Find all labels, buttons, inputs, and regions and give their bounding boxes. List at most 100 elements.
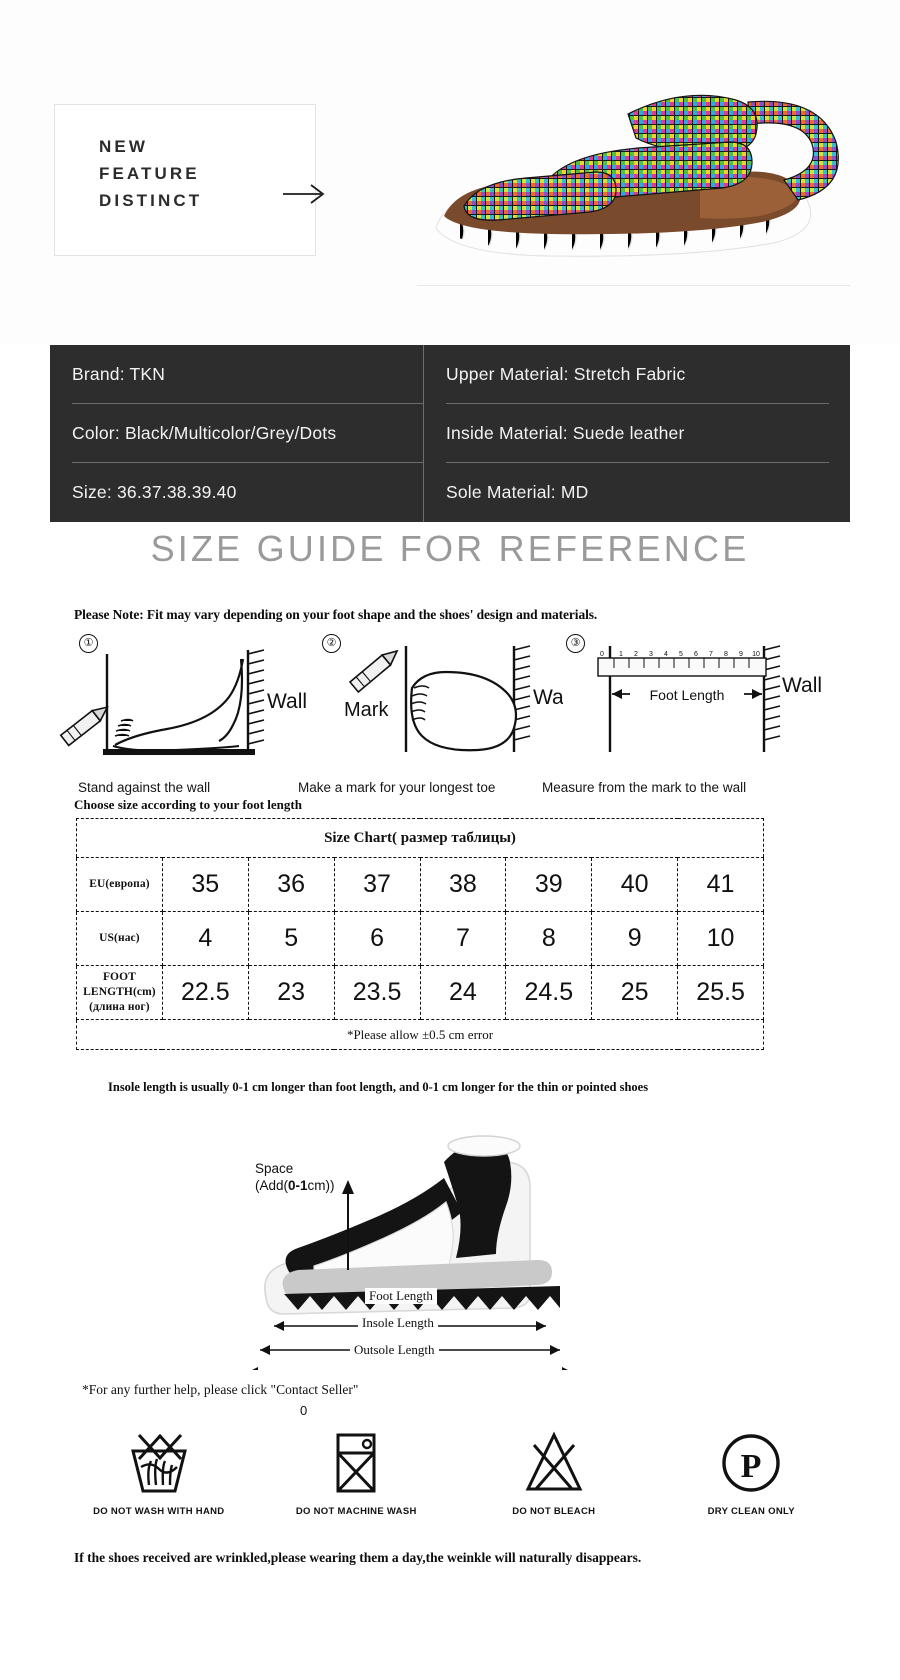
us-size-cell: 4 — [161, 911, 249, 966]
size-chart-footnote: *Please allow ±0.5 cm error — [76, 1019, 764, 1050]
size-guide-title: SIZE GUIDE FOR REFERENCE — [150, 528, 750, 569]
us-size-cell: 7 — [419, 911, 507, 966]
svg-text:1: 1 — [619, 651, 623, 658]
svg-text:4: 4 — [664, 651, 668, 658]
step-3-illustration: 0 1 2 3 4 5 6 7 8 9 10 Foot Length Wall — [597, 645, 822, 752]
row-header-eu: EU(европа) — [76, 857, 163, 912]
measure-step-3: ③ 0 1 2 3 4 5 6 7 8 9 10 Foot Length Wall — [542, 632, 822, 777]
step-2-illustration: Mark Wall — [344, 645, 573, 752]
eu-size-cell: 38 — [419, 857, 507, 912]
svg-text:10: 10 — [752, 651, 760, 658]
measure-step-2: ② Mark Wall — [298, 632, 573, 777]
product-spec-table: Brand: TKN Color: Black/Multicolor/Grey/… — [50, 345, 850, 522]
product-image — [435, 94, 839, 257]
spec-column-left: Brand: TKN Color: Black/Multicolor/Grey/… — [50, 345, 423, 522]
eu-size-cell: 40 — [591, 857, 679, 912]
svg-text:3: 3 — [649, 651, 653, 658]
size-chart-footnote-row: *Please allow ±0.5 cm error — [76, 1019, 764, 1050]
us-size-cell: 9 — [591, 911, 679, 966]
svg-text:6: 6 — [694, 651, 698, 658]
hero-line-1: NEW — [99, 137, 148, 156]
foot-length-cell: 25 — [591, 965, 679, 1020]
care-item: DO NOT WASH WITH HAND — [69, 1425, 249, 1517]
space-label-suffix: cm)) — [307, 1178, 335, 1193]
spec-row-upper-material: Upper Material: Stretch Fabric — [446, 345, 829, 404]
eu-size-cell: 36 — [247, 857, 335, 912]
foot-length-cell: 24 — [419, 965, 507, 1020]
us-size-cell: 6 — [333, 911, 421, 966]
spec-column-right: Upper Material: Stretch Fabric Inside Ma… — [423, 345, 850, 522]
eu-size-cell: 41 — [677, 857, 764, 912]
care-instructions: DO NOT WASH WITH HAND DO NOT MACHINE WAS… — [60, 1425, 850, 1545]
hero-section: NEW FEATURE DISTINCT — [0, 0, 900, 345]
svg-text:8: 8 — [724, 651, 728, 658]
measurement-steps: ① Wall ② Mark Wa ③ 0 1 2 3 4 5 6 7 8 9 1… — [55, 632, 850, 777]
foot-length-diagram: Space (Add(0-1cm)) Foot Length Insole Le… — [230, 1110, 670, 1377]
care-item: P DRY CLEAN ONLY — [661, 1425, 841, 1517]
dim-label-foot-length: Foot Length — [365, 1288, 437, 1304]
care-label: DO NOT BLEACH — [512, 1506, 596, 1517]
step-3-wall-label: Wall — [782, 674, 822, 697]
spec-row-color: Color: Black/Multicolor/Grey/Dots — [72, 404, 423, 463]
do-not-machine-wash-icon — [336, 1433, 376, 1493]
dim-label-outsole-length: Outsole Length — [350, 1342, 439, 1358]
insole-length-note: Insole length is usually 0-1 cm longer t… — [108, 1080, 649, 1094]
svg-text:7: 7 — [709, 651, 713, 658]
foot-length-cell: 25.5 — [677, 965, 764, 1020]
foot-length-cell: 23.5 — [333, 965, 421, 1020]
dim-label-insole-length: Insole Length — [358, 1315, 438, 1331]
table-row: EU(европа) 35 36 37 38 39 40 41 — [76, 857, 764, 912]
step-2-mark-label: Mark — [344, 699, 389, 721]
do-not-bleach-icon — [525, 1431, 583, 1491]
care-label: DRY CLEAN ONLY — [707, 1506, 795, 1517]
size-chart-table: Size Chart( размер таблицы) EU(европа) 3… — [76, 818, 764, 1050]
zero-mark: 0 — [300, 1403, 308, 1418]
space-label-line2: (Add(0-1cm)) — [255, 1177, 335, 1194]
table-row: FOOT LENGTH(cm) (длина ног) 22.5 23 23.5… — [76, 965, 764, 1020]
step-1-number: ① — [79, 634, 98, 653]
do-not-hand-wash-icon — [130, 1433, 187, 1493]
care-label: DO NOT WASH WITH HAND — [93, 1506, 225, 1517]
size-chart-title-row: Size Chart( размер таблицы) — [76, 818, 764, 858]
foot-diagram-illustration — [248, 1135, 572, 1377]
care-item: DO NOT MACHINE WASH — [266, 1425, 446, 1517]
step-1-caption: Stand against the wall — [78, 780, 211, 795]
spec-row-size: Size: 36.37.38.39.40 — [72, 482, 237, 502]
wrinkle-note: If the shoes received are wrinkled,pleas… — [74, 1550, 642, 1565]
care-label: DO NOT MACHINE WASH — [295, 1506, 417, 1517]
arrow-right-icon — [283, 184, 325, 204]
space-label-prefix: (Add( — [255, 1178, 289, 1193]
foot-length-label-line2: (длина ног) — [89, 1001, 150, 1013]
measure-step-1: ① Wall — [55, 632, 320, 777]
choose-size-instruction: Choose size according to your foot lengt… — [74, 797, 302, 812]
us-size-cell: 5 — [247, 911, 335, 966]
step-3-number: ③ — [566, 634, 585, 653]
step-3-caption: Measure from the mark to the wall — [542, 780, 747, 795]
svg-text:2: 2 — [634, 651, 638, 658]
size-chart-title: Size Chart( размер таблицы) — [76, 818, 764, 858]
foot-length-cell: 22.5 — [161, 965, 249, 1020]
care-item: DO NOT BLEACH — [464, 1425, 644, 1517]
dry-clean-only-icon: P — [722, 1434, 780, 1492]
svg-text:9: 9 — [739, 651, 743, 658]
svg-text:5: 5 — [679, 651, 683, 658]
table-row: US(нас) 4 5 6 7 8 9 10 — [76, 911, 764, 966]
foot-length-cell: 24.5 — [505, 965, 593, 1020]
us-size-cell: 8 — [505, 911, 593, 966]
space-label: Space (Add(0-1cm)) — [255, 1160, 335, 1194]
row-header-foot-length: FOOT LENGTH(cm) (длина ног) — [76, 965, 163, 1020]
svg-text:0: 0 — [600, 651, 604, 658]
hero-divider — [417, 285, 850, 286]
foot-length-cell: 23 — [247, 965, 335, 1020]
dry-clean-letter: P — [741, 1448, 762, 1485]
step-1-illustration: Wall — [59, 649, 307, 755]
spec-row-brand: Brand: TKN — [72, 345, 423, 404]
step-2-number: ② — [322, 634, 341, 653]
step-3-foot-length-label: Foot Length — [650, 687, 725, 703]
eu-size-cell: 39 — [505, 857, 593, 912]
row-header-us: US(нас) — [76, 911, 163, 966]
please-note-text: Please Note: Fit may vary depending on y… — [74, 607, 598, 622]
eu-size-cell: 37 — [333, 857, 421, 912]
hero-badge: NEW FEATURE DISTINCT — [54, 104, 325, 256]
space-label-line1: Space — [255, 1161, 294, 1176]
